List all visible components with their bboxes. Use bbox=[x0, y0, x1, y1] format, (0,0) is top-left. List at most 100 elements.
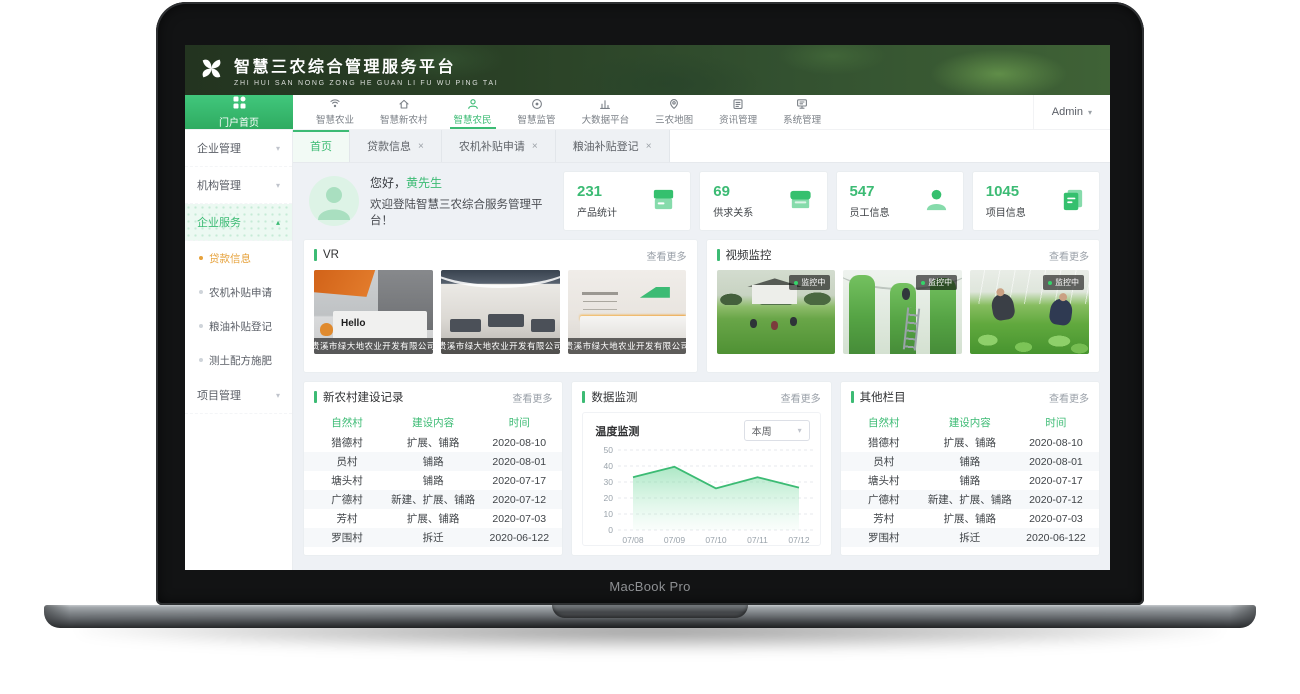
sidebar-item-institution-management[interactable]: 机构管理 ▾ bbox=[185, 167, 292, 204]
close-icon[interactable]: × bbox=[418, 141, 424, 152]
stat-card-employees[interactable]: 547 员工信息 bbox=[836, 171, 964, 231]
stat-card-supply-demand[interactable]: 69 供求关系 bbox=[699, 171, 827, 231]
vr-caption: 贵溪市绿大地农业开发有限公司 bbox=[568, 338, 687, 354]
data-monitor-view-more-link[interactable]: 查看更多 bbox=[781, 390, 821, 405]
sidebar-item-project-management[interactable]: 项目管理 ▾ bbox=[185, 377, 292, 414]
topnav-items: 智慧农业 智慧新农村 智慧农民 智慧监管 bbox=[303, 95, 834, 129]
title-accent-bar bbox=[314, 391, 317, 403]
dashboard-content: 您好，黄先生 欢迎登陆智慧三农综合服务管理平台！ 231 产品统计 bbox=[293, 163, 1110, 570]
title-accent-bar bbox=[717, 249, 720, 261]
chart-period-select[interactable]: 本周 ▾ bbox=[744, 420, 810, 441]
laptop-shadow bbox=[80, 621, 1220, 651]
table-row: 芳村扩展、铺路2020-07-03 bbox=[841, 509, 1099, 528]
chevron-down-icon: ▾ bbox=[798, 426, 802, 435]
topnav-item-smart-supervision[interactable]: 智慧监管 bbox=[505, 95, 569, 129]
bullet-dot bbox=[199, 358, 203, 362]
agriculture-icon bbox=[329, 98, 341, 110]
project-doc-icon bbox=[1059, 186, 1086, 216]
welcome-text: 您好，黄先生 欢迎登陆智慧三农综合服务管理平台！ bbox=[370, 174, 555, 228]
topnav-item-system-management[interactable]: 系统管理 bbox=[770, 95, 834, 129]
sidebar-subitem-machinery-subsidy[interactable]: 农机补贴申请 bbox=[185, 275, 292, 309]
greeting-prefix: 您好， bbox=[370, 176, 406, 190]
topnav-item-smart-farmer[interactable]: 智慧农民 bbox=[441, 95, 505, 129]
village-home-icon bbox=[398, 98, 410, 110]
topnav-item-news-management[interactable]: 资讯管理 bbox=[706, 95, 770, 129]
topnav-item-big-data-platform[interactable]: 大数据平台 bbox=[569, 95, 643, 129]
table-row: 广德村新建、扩展、铺路2020-07-12 bbox=[841, 490, 1099, 509]
live-dot-icon bbox=[1048, 281, 1052, 285]
topnav-item-smart-new-village[interactable]: 智慧新农村 bbox=[367, 95, 441, 129]
vr-thumbnail-1[interactable]: Hello 贵溪市绿大地农业开发有限公司 bbox=[314, 270, 433, 354]
svg-text:20: 20 bbox=[604, 493, 614, 503]
svg-text:0: 0 bbox=[609, 525, 614, 535]
tab-machinery-subsidy[interactable]: 农机补贴申请 × bbox=[442, 130, 556, 162]
grid-icon bbox=[233, 96, 246, 112]
stat-card-projects[interactable]: 1045 项目信息 bbox=[972, 171, 1100, 231]
data-monitor-title: 数据监测 bbox=[582, 389, 637, 405]
main-panel: 首页 贷款信息 × 农机补贴申请 × 粮油补贴登记 × bbox=[293, 130, 1110, 570]
tab-grain-oil-subsidy[interactable]: 粮油补贴登记 × bbox=[556, 130, 670, 162]
topnav-item-sannong-map[interactable]: 三农地图 bbox=[642, 95, 706, 129]
app-header-banner: 智慧三农综合管理服务平台 ZHI HUI SAN NONG ZONG HE GU… bbox=[185, 45, 1110, 95]
vr-section: VR 查看更多 Hello bbox=[303, 239, 698, 373]
app-subtitle: ZHI HUI SAN NONG ZONG HE GUAN LI FU WU P… bbox=[234, 80, 498, 87]
topnav-item-smart-agriculture[interactable]: 智慧农业 bbox=[303, 95, 367, 129]
close-icon[interactable]: × bbox=[646, 141, 652, 152]
table-row: 广德村新建、扩展、铺路2020-07-12 bbox=[304, 490, 562, 509]
supervision-eye-icon bbox=[531, 98, 543, 110]
brand-pinwheel-logo-icon bbox=[198, 55, 225, 85]
table-row: 塘头村铺路2020-07-17 bbox=[304, 471, 562, 490]
temperature-chart: 0102030405007/0807/0907/1007/1107/12 bbox=[591, 443, 811, 550]
table-row: 罗围村拆迁2020-06-122 bbox=[841, 528, 1099, 547]
other-view-more-link[interactable]: 查看更多 bbox=[1049, 390, 1089, 405]
vr-thumbnail-3[interactable]: 贵溪市绿大地农业开发有限公司 bbox=[568, 270, 687, 354]
table-row: 员村铺路2020-08-01 bbox=[841, 452, 1099, 471]
village-construction-section: 新农村建设记录 查看更多 自然村 建设内容 时 bbox=[303, 381, 563, 556]
svg-text:40: 40 bbox=[604, 461, 614, 471]
bullet-dot bbox=[199, 290, 203, 294]
sidebar-item-enterprise-management[interactable]: 企业管理 ▾ bbox=[185, 130, 292, 167]
video-monitor-section: 视频监控 查看更多 bbox=[706, 239, 1101, 373]
map-pin-icon bbox=[668, 98, 680, 110]
welcome-message: 欢迎登陆智慧三农综合服务管理平台！ bbox=[370, 196, 555, 228]
vr-caption: 贵溪市绿大地农业开发有限公司 bbox=[314, 338, 433, 354]
title-accent-bar bbox=[851, 391, 854, 403]
close-icon[interactable]: × bbox=[532, 141, 538, 152]
monitoring-badge: 监控中 bbox=[789, 275, 830, 290]
bullet-dot bbox=[199, 324, 203, 328]
camera-feed-farmers[interactable]: 监控中 bbox=[970, 270, 1089, 354]
village-section-title: 新农村建设记录 bbox=[314, 389, 404, 405]
camera-feed-greenhouse-columns[interactable]: 监控中 bbox=[843, 270, 962, 354]
temperature-chart-panel: 温度监测 本周 ▾ 0102030405007/0807/0907/1007/1… bbox=[582, 412, 820, 546]
tab-home[interactable]: 首页 bbox=[293, 130, 350, 162]
sidebar: 企业管理 ▾ 机构管理 ▾ 企业服务 ▴ 贷款信息 bbox=[185, 130, 293, 570]
vr-view-more-link[interactable]: 查看更多 bbox=[647, 248, 687, 263]
sidebar-item-enterprise-services[interactable]: 企业服务 ▴ bbox=[185, 204, 292, 241]
video-view-more-link[interactable]: 查看更多 bbox=[1049, 248, 1089, 263]
stat-card-products[interactable]: 231 产品统计 bbox=[563, 171, 691, 231]
device-label: MacBook Pro bbox=[156, 579, 1144, 594]
vr-thumbnail-2[interactable]: 贵溪市绿大地农业开发有限公司 bbox=[441, 270, 560, 354]
top-navigation: 门户首页 智慧农业 智慧新农村 智慧农民 bbox=[185, 95, 1110, 130]
sidebar-subitem-grain-oil-subsidy[interactable]: 粮油补贴登记 bbox=[185, 309, 292, 343]
user-menu-name: Admin bbox=[1052, 106, 1083, 118]
user-menu[interactable]: Admin ▾ bbox=[1033, 95, 1110, 129]
portal-home-button[interactable]: 门户首页 bbox=[185, 95, 293, 129]
live-dot-icon bbox=[921, 281, 925, 285]
farmer-person-icon bbox=[467, 98, 479, 110]
other-columns-section: 其他栏目 查看更多 自然村 建设内容 时间 bbox=[840, 381, 1100, 556]
app-window: 智慧三农综合管理服务平台 ZHI HUI SAN NONG ZONG HE GU… bbox=[185, 45, 1110, 570]
table-row: 员村铺路2020-08-01 bbox=[304, 452, 562, 471]
village-view-more-link[interactable]: 查看更多 bbox=[512, 390, 552, 405]
user-name: 黄先生 bbox=[406, 176, 442, 190]
camera-feed-rice-field[interactable]: 监控中 bbox=[717, 270, 836, 354]
data-monitor-section: 数据监测 查看更多 温度监测 本周 ▾ bbox=[571, 381, 831, 556]
vr-caption: 贵溪市绿大地农业开发有限公司 bbox=[441, 338, 560, 354]
svg-text:50: 50 bbox=[604, 445, 614, 455]
sidebar-subitem-loan-info[interactable]: 贷款信息 bbox=[185, 241, 292, 275]
chevron-down-icon: ▾ bbox=[276, 144, 280, 153]
tab-loan-info[interactable]: 贷款信息 × bbox=[350, 130, 442, 162]
village-table: 自然村 建设内容 时间 猎德村扩展、铺路2020-08-10 员村铺路2020-… bbox=[304, 412, 562, 547]
chevron-down-icon: ▾ bbox=[1088, 108, 1092, 117]
sidebar-subitem-soil-formula[interactable]: 测土配方施肥 bbox=[185, 343, 292, 377]
